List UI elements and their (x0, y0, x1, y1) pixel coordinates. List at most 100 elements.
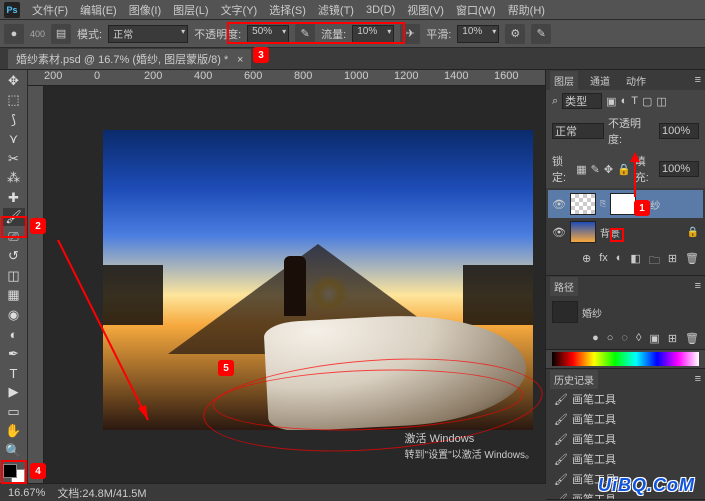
opacity-input[interactable]: 50% (247, 25, 289, 43)
paths-panel: 路径 ≡ 婚纱 ● ○ ◌ ◊ ▣ ⊞ 🗑 (546, 276, 705, 350)
layer-name[interactable]: 背景 (600, 225, 620, 240)
layer-row[interactable]: 👁 背景 🔒 (548, 218, 703, 246)
fill-path-icon[interactable]: ● (592, 332, 599, 345)
brush-preset-icon[interactable]: ● (4, 24, 24, 44)
filter-pixel-icon[interactable]: ▣ (606, 95, 616, 108)
zoom-tool[interactable]: 🔍 (3, 442, 25, 459)
fill-input[interactable]: 100% (659, 161, 699, 177)
layer-blend-select[interactable]: 正常 (552, 123, 604, 139)
filter-adjust-icon[interactable]: ◐ (621, 95, 628, 107)
history-brush-tool[interactable]: ↺ (3, 247, 25, 264)
crop-tool[interactable]: ✂ (3, 150, 25, 167)
smooth-settings-icon[interactable]: ⚙ (505, 24, 525, 44)
blend-mode-select[interactable]: 正常 (108, 25, 188, 43)
brush-panel-icon[interactable]: ▤ (51, 24, 71, 44)
path-row[interactable]: 婚纱 (548, 298, 703, 326)
lock-pixel-icon[interactable]: ✎ (591, 163, 600, 176)
menu-filter[interactable]: 滤镜(T) (312, 2, 360, 18)
dodge-tool[interactable]: ◐ (3, 325, 25, 342)
filter-type-icon[interactable]: T (631, 95, 638, 107)
mask-icon[interactable]: ◐ (616, 252, 623, 271)
filter-smart-icon[interactable]: ◫ (656, 95, 666, 108)
hand-tool[interactable]: ✋ (3, 423, 25, 440)
annotation-badge-5: 5 (218, 360, 234, 376)
eyedropper-tool[interactable]: ⁂ (3, 169, 25, 186)
gradient-tool[interactable]: ▦ (3, 286, 25, 303)
menu-edit[interactable]: 编辑(E) (74, 2, 123, 18)
canvas-area[interactable]: 20002004006008001000120014001600 5 (28, 70, 545, 483)
brush-size-value[interactable]: 400 (30, 29, 45, 39)
shape-tool[interactable]: ▭ (3, 403, 25, 420)
group-icon[interactable]: 🗀 (649, 252, 660, 271)
quick-select-tool[interactable]: ⋎ (3, 130, 25, 147)
pressure-opacity-icon[interactable]: ✎ (295, 24, 315, 44)
lasso-tool[interactable]: ⟆ (3, 111, 25, 128)
new-layer-icon[interactable]: ⊞ (668, 252, 677, 271)
link-icon[interactable]: ⎘ (600, 199, 606, 209)
type-tool[interactable]: T (3, 364, 25, 381)
menu-window[interactable]: 窗口(W) (450, 2, 502, 18)
history-item[interactable]: 🖌画笔工具 (546, 449, 705, 469)
menu-file[interactable]: 文件(F) (26, 2, 74, 18)
layer-thumb[interactable] (570, 193, 596, 215)
mask-path-icon[interactable]: ▣ (649, 332, 659, 345)
lock-trans-icon[interactable]: ▦ (576, 163, 586, 176)
path-name[interactable]: 婚纱 (582, 305, 602, 320)
history-item[interactable]: 🖌画笔工具 (546, 389, 705, 409)
move-tool[interactable]: ✥ (3, 72, 25, 89)
eraser-tool[interactable]: ◫ (3, 267, 25, 284)
visibility-icon[interactable]: 👁 (552, 198, 566, 211)
menu-view[interactable]: 视图(V) (401, 2, 450, 18)
tab-layers[interactable]: 图层 (550, 71, 578, 90)
smooth-input[interactable]: 10% (457, 25, 499, 43)
menu-help[interactable]: 帮助(H) (502, 2, 551, 18)
tab-actions[interactable]: 动作 (622, 71, 650, 90)
flow-input[interactable]: 10% (352, 25, 394, 43)
stroke-path-icon[interactable]: ○ (607, 332, 614, 345)
close-tab-icon[interactable]: × (237, 54, 243, 66)
menu-layer[interactable]: 图层(L) (167, 2, 214, 18)
blur-tool[interactable]: ◉ (3, 306, 25, 323)
fx-icon[interactable]: fx (599, 252, 608, 271)
fg-color[interactable] (3, 464, 17, 478)
document-tab[interactable]: 婚纱素材.psd @ 16.7% (婚纱, 图层蒙版/8) * × (8, 49, 251, 69)
lock-pos-icon[interactable]: ✥ (604, 163, 613, 176)
layers-panel: 图层 通道 动作 ≡ ⌕ 类型 ▣ ◐ T ▢ ◫ 正常 不透明度: 100% … (546, 70, 705, 276)
delete-path-icon[interactable]: 🗑 (685, 332, 699, 345)
menu-select[interactable]: 选择(S) (263, 2, 312, 18)
path-to-sel-icon[interactable]: ◌ (621, 332, 628, 345)
stamp-tool[interactable]: ⎚ (3, 228, 25, 245)
panel-menu-icon[interactable]: ≡ (695, 74, 701, 86)
pen-tool[interactable]: ✒ (3, 345, 25, 362)
panel-menu-icon[interactable]: ≡ (695, 373, 701, 385)
color-swatch[interactable] (3, 464, 25, 483)
filter-shape-icon[interactable]: ▢ (642, 95, 652, 108)
visibility-icon[interactable]: 👁 (552, 226, 566, 239)
color-ramp[interactable] (552, 352, 699, 366)
airbrush-icon[interactable]: ✈ (400, 24, 420, 44)
history-item[interactable]: 🖌画笔工具 (546, 409, 705, 429)
tab-paths[interactable]: 路径 (550, 277, 578, 296)
tab-history[interactable]: 历史记录 (550, 370, 598, 389)
new-path-icon[interactable]: ⊞ (668, 332, 677, 345)
adjust-layer-icon[interactable]: ◧ (630, 252, 640, 271)
delete-layer-icon[interactable]: 🗑 (685, 252, 699, 271)
pressure-size-icon[interactable]: ✎ (531, 24, 551, 44)
brush-tool[interactable]: 🖌 (3, 208, 25, 225)
link-layers-icon[interactable]: ⊕ (582, 252, 591, 271)
path-select-tool[interactable]: ▶ (3, 384, 25, 401)
panel-menu-icon[interactable]: ≡ (695, 280, 701, 292)
zoom-level[interactable]: 16.67% (8, 487, 45, 499)
filter-kind-select[interactable]: 类型 (562, 93, 602, 109)
sel-to-path-icon[interactable]: ◊ (636, 332, 641, 345)
menu-image[interactable]: 图像(I) (123, 2, 167, 18)
layer-thumb[interactable] (570, 221, 596, 243)
menu-3d[interactable]: 3D(D) (360, 4, 401, 16)
healing-tool[interactable]: ✚ (3, 189, 25, 206)
lock-icon: 🔒 (687, 227, 699, 238)
marquee-tool[interactable]: ⬚ (3, 91, 25, 108)
layer-opacity-input[interactable]: 100% (659, 123, 699, 139)
menu-type[interactable]: 文字(Y) (215, 2, 264, 18)
tab-channels[interactable]: 通道 (586, 71, 614, 90)
history-item[interactable]: 🖌画笔工具 (546, 429, 705, 449)
